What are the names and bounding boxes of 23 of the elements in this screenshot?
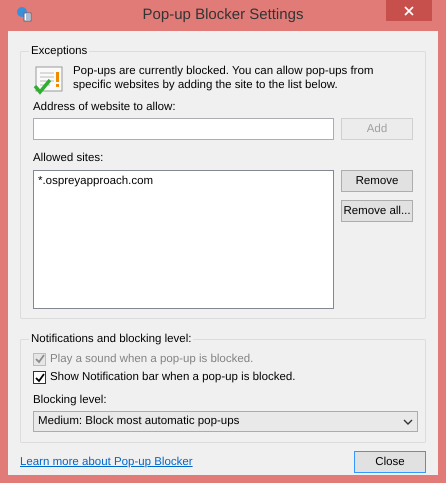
site-entry[interactable]: *.ospreyapproach.com (38, 174, 154, 188)
remove-button[interactable]: Remove (341, 170, 413, 192)
learn-more-link[interactable]: Learn more about Pop-up Blocker (20, 454, 193, 470)
app-icon (16, 6, 32, 22)
warning-page-icon (33, 64, 65, 96)
group-label: Notifications and blocking level: (29, 332, 194, 346)
checkbox[interactable] (33, 371, 46, 384)
checkbox-label: Play a sound when a pop-up is blocked. (50, 352, 254, 366)
close-button[interactable] (386, 0, 432, 21)
sites-list[interactable]: *.ospreyapproach.com (33, 170, 334, 309)
info-text: Pop-ups are currently blocked. You can allow pop-ups from specific websites by adding the site to the list below. (73, 64, 374, 94)
checkbox-label: Show Notification bar when a pop-up is blocked. (50, 370, 296, 385)
close-dialog-button[interactable]: Close (354, 451, 426, 473)
blocking-level-dropdown[interactable]: Medium: Block most automatic pop-ups (33, 411, 418, 432)
address-field[interactable] (33, 118, 334, 140)
field-label: Blocking level: (33, 392, 107, 408)
group-label: Exceptions (29, 44, 90, 58)
field-label: Allowed sites: (33, 151, 104, 166)
close-icon (404, 6, 414, 16)
caret-icon (403, 418, 413, 426)
remove-all-button[interactable]: Remove all... (341, 200, 413, 222)
field-label: Address of website to allow: (33, 100, 176, 114)
window-title: Pop-up Blocker Settings (142, 6, 304, 25)
